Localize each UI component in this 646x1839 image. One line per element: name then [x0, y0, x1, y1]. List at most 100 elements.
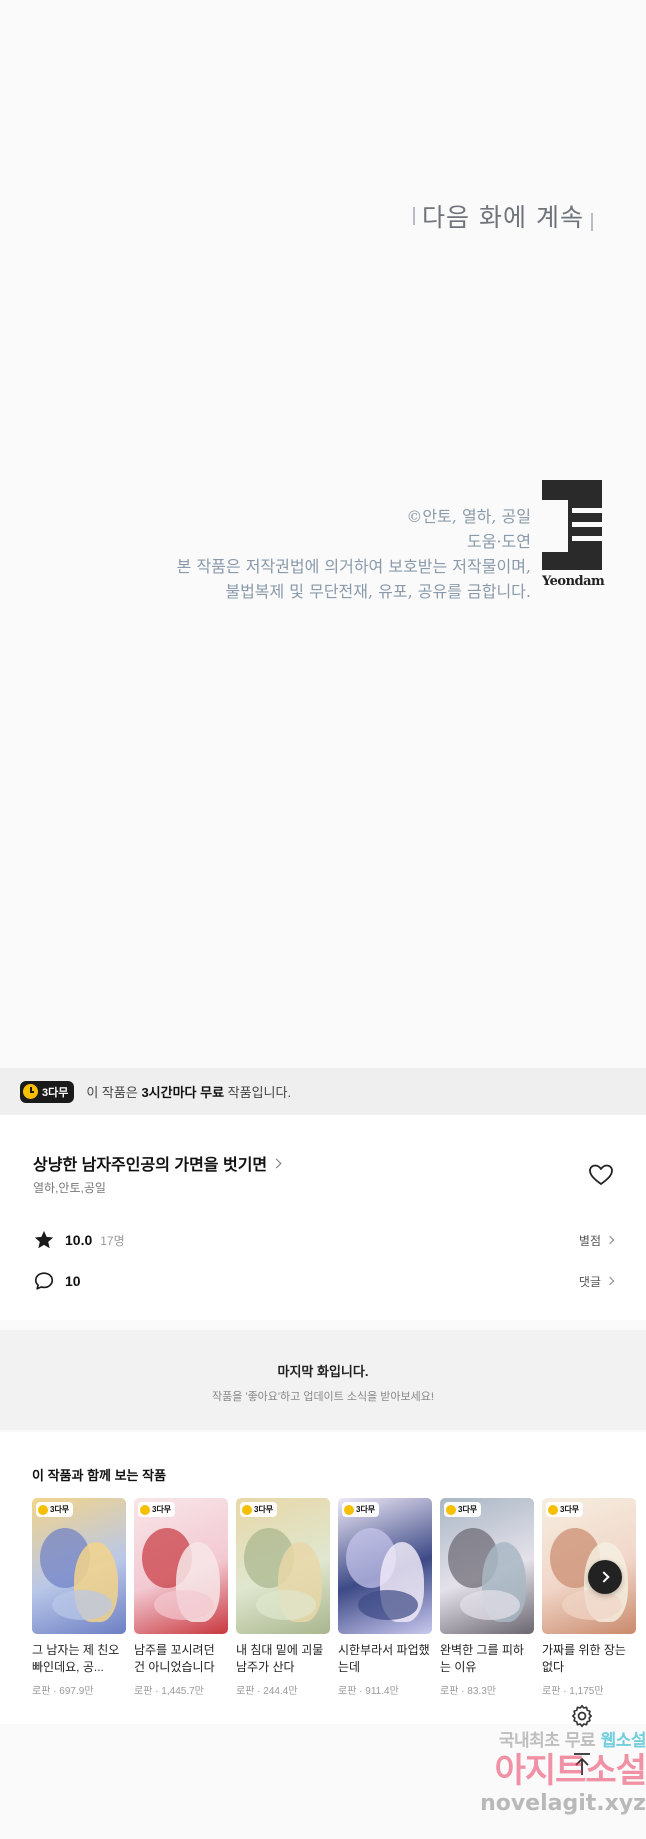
chevron-right-icon: [597, 1571, 610, 1583]
badge-label: 3다무: [254, 1505, 274, 1514]
watermark-line1: 국내최초 무료 웹소설: [498, 1731, 646, 1751]
wait-free-badge: 3다무: [546, 1502, 584, 1517]
recommendation-card[interactable]: 3다무시한부라서 파업했는데로판 · 911.4만: [338, 1498, 432, 1697]
publisher-logo-text: Yeondam: [542, 574, 605, 589]
clock-icon: [446, 1504, 456, 1515]
wait-free-badge: 3다무: [20, 1080, 75, 1103]
star-icon: [34, 1230, 54, 1249]
clock-icon: [38, 1504, 48, 1515]
badge-label: 3다무: [560, 1505, 580, 1514]
recommendation-name: 내 침대 밑에 괴물 남주가 산다: [236, 1643, 324, 1674]
clock-icon: [344, 1504, 354, 1515]
clock-icon: [23, 1084, 38, 1099]
recommendation-views: 697.9만: [59, 1686, 94, 1697]
watermark-line2: 아지트소설: [494, 1751, 646, 1791]
recommendation-cover: 3다무: [542, 1498, 636, 1634]
recommendation-card[interactable]: 3다무완벽한 그를 피하는 이유로판 · 83.3만: [440, 1498, 534, 1697]
clock-icon: [242, 1504, 252, 1515]
recommendation-views: 1,175만: [569, 1686, 604, 1697]
wait-free-badge: 3다무: [36, 1502, 74, 1517]
comment-icon: [34, 1272, 54, 1290]
credit-line: ©안토, 열하, 공일: [406, 507, 531, 526]
recommendation-name: 시한부라서 파업했는데: [338, 1643, 430, 1674]
continue-text: 다음 화에 계속: [422, 203, 584, 232]
free-notice-text: 이 작품은 3시간마다 무료 작품입니다.: [86, 1085, 292, 1100]
recommendation-views: 1,445.7만: [161, 1686, 204, 1697]
last-chapter-notice: 마지막 화입니다. 작품을 '좋아요'하고 업데이트 소식을 받아보세요!: [0, 1330, 646, 1430]
publisher-logo-mark: [542, 480, 602, 570]
publisher-logo: Yeondam: [542, 480, 605, 592]
recommendation-genre: 로판: [134, 1686, 153, 1697]
recommendation-meta: 로판 · 697.9만: [32, 1686, 94, 1697]
clock-icon: [140, 1504, 150, 1515]
chevron-right-icon: [271, 1158, 282, 1168]
continue-notice: 다음 화에 계속: [413, 198, 593, 234]
comment-count: 10: [65, 1273, 81, 1289]
recommendation-card[interactable]: 3다무그 남자는 제 친오빠인데요, 공... 로판 · 697.9만: [32, 1498, 126, 1697]
recommendation-cover: 3다무: [236, 1498, 330, 1634]
work-title-link[interactable]: 상냥한 남자주인공의 가면을 벗기면: [33, 1151, 282, 1175]
credit-line: 본 작품은 저작권법에 의거하여 보호받는 저작물이며,: [176, 557, 531, 576]
work-authors: 열하,안토,공일: [33, 1181, 106, 1195]
last-chapter-subtext: 작품을 '좋아요'하고 업데이트 소식을 받아보세요!: [212, 1391, 434, 1403]
recommendation-meta: 로판 · 1,175만: [542, 1686, 604, 1697]
watermark-line3: novelagit.xyz: [480, 1791, 646, 1816]
work-title: 상냥한 남자주인공의 가면을 벗기면: [33, 1157, 268, 1174]
recommendation-views: 911.4만: [365, 1686, 399, 1697]
recommendation-card[interactable]: 3다무내 침대 밑에 괴물 남주가 산다로판 · 244.4만: [236, 1498, 330, 1697]
recommendation-name: 그 남자는 제 친오빠인데요, 공...: [32, 1643, 120, 1674]
recommendation-cover: 3다무: [134, 1498, 228, 1634]
last-chapter-heading: 마지막 화입니다.: [277, 1364, 369, 1379]
wait-free-badge: 3다무: [342, 1502, 380, 1517]
chevron-right-icon: [605, 1276, 615, 1286]
carousel-next-button[interactable]: [588, 1560, 622, 1594]
badge-label: 3다무: [50, 1505, 70, 1514]
recommendation-cover: 3다무: [338, 1498, 432, 1634]
wait-free-badge: 3다무: [138, 1502, 176, 1517]
recommendation-meta: 로판 · 244.4만: [236, 1686, 298, 1697]
recommendation-views: 83.3만: [467, 1686, 496, 1697]
badge-label: 3다무: [356, 1505, 376, 1514]
site-watermark: 국내최초 무료 웹소설 아지트소설 novelagit.xyz: [440, 1726, 646, 1816]
recommendations-section: 이 작품과 함께 보는 작품 3다무그 남자는 제 친오빠인데요, 공... 로판…: [0, 1432, 646, 1724]
copyright-credits: ©안토, 열하, 공일 도움·도연 본 작품은 저작권법에 의거하여 보호받는 …: [177, 504, 531, 604]
recommendation-list: 3다무그 남자는 제 친오빠인데요, 공... 로판 · 697.9만 3다무남주를…: [32, 1498, 636, 1697]
recommendation-meta: 로판 · 83.3만: [440, 1686, 496, 1697]
credit-line: 도움·도연: [467, 532, 531, 551]
recommendation-genre: 로판: [440, 1686, 459, 1697]
recommendation-genre: 로판: [32, 1686, 51, 1697]
recommendation-name: 완벽한 그를 피하는 이유: [440, 1643, 524, 1674]
recommendation-genre: 로판: [542, 1686, 561, 1697]
comic-last-page: 다음 화에 계속 ©안토, 열하, 공일 도움·도연 본 작품은 저작권법에 의…: [0, 0, 646, 1068]
chevron-right-icon: [605, 1235, 615, 1245]
rating-link[interactable]: 별점: [579, 1232, 615, 1249]
wait-free-badge: 3다무: [240, 1502, 278, 1517]
comment-link[interactable]: 댓글: [579, 1273, 615, 1290]
comment-row: 10 댓글: [33, 1268, 615, 1294]
credit-line: 불법복제 및 무단전재, 유포, 공유를 금합니다.: [225, 582, 531, 601]
free-notice-banner: 3다무 이 작품은 3시간마다 무료 작품입니다.: [0, 1068, 646, 1115]
bracket-right: [591, 213, 593, 231]
recommendation-meta: 로판 · 1,445.7만: [134, 1686, 204, 1697]
badge-label: 3다무: [152, 1505, 172, 1514]
heart-icon[interactable]: [588, 1163, 614, 1187]
recommendation-genre: 로판: [338, 1686, 357, 1697]
recommendation-name: 가짜를 위한 장는 없다: [542, 1643, 626, 1674]
recommendation-cover: 3다무: [440, 1498, 534, 1634]
recommendation-cover: 3다무: [32, 1498, 126, 1634]
recommendation-card[interactable]: 3다무남주를 꼬시려던 건 아니었습니다로판 · 1,445.7만: [134, 1498, 228, 1697]
badge-label: 3다무: [42, 1086, 69, 1099]
free-notice-highlight: 3시간마다 무료: [141, 1085, 225, 1100]
recommendation-views: 244.4만: [263, 1686, 298, 1697]
recommendation-name: 남주를 꼬시려던 건 아니었습니다: [134, 1643, 215, 1674]
rating-row: 10.0 17명 별점: [33, 1227, 615, 1253]
clock-icon: [548, 1504, 558, 1515]
recommendation-meta: 로판 · 911.4만: [338, 1686, 399, 1697]
wait-free-badge: 3다무: [444, 1502, 482, 1517]
badge-label: 3다무: [458, 1505, 478, 1514]
rating-count: 17명: [100, 1233, 125, 1248]
recommendation-card[interactable]: 3다무가짜를 위한 장는 없다로판 · 1,175만: [542, 1498, 636, 1697]
recommendations-title: 이 작품과 함께 보는 작품: [32, 1468, 167, 1483]
rating-value: 10.0: [65, 1232, 93, 1248]
work-info-card: 상냥한 남자주인공의 가면을 벗기면 열하,안토,공일 10.0 17명 별점 …: [0, 1115, 646, 1320]
